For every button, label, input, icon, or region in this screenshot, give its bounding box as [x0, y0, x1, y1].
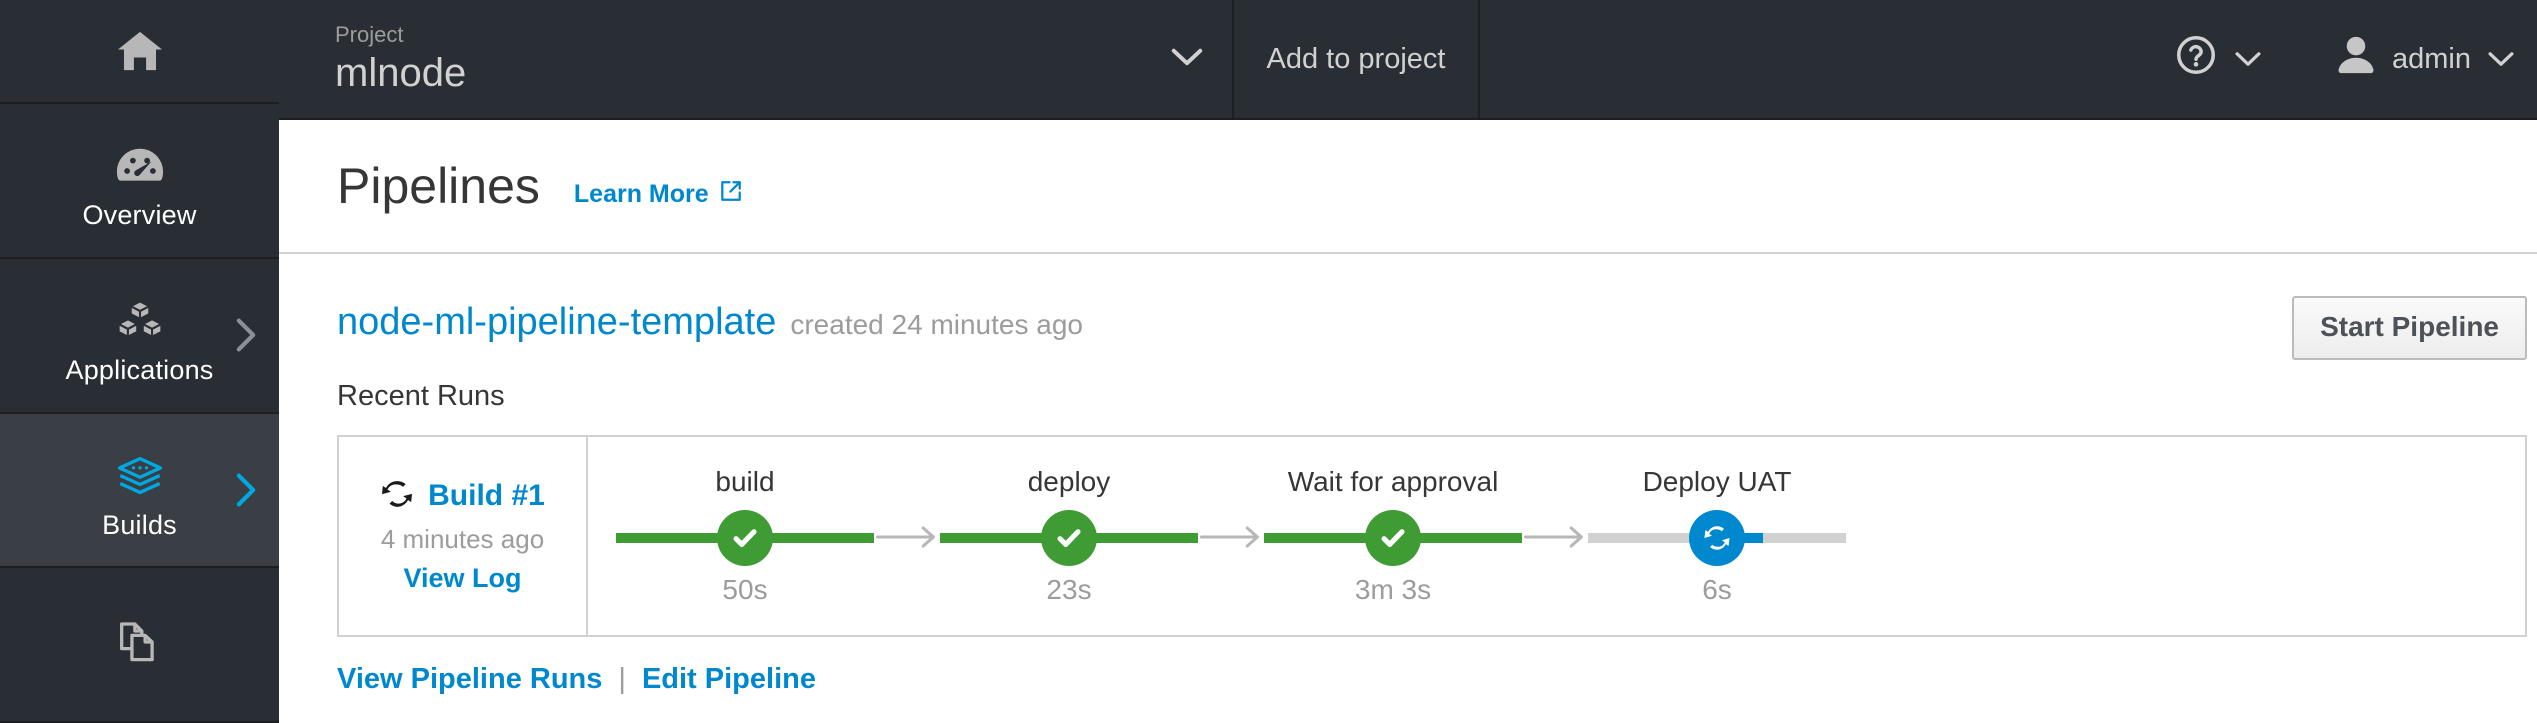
- pipeline-stage[interactable]: build 50s: [616, 468, 874, 604]
- sidebar-item-resources[interactable]: [0, 568, 279, 723]
- learn-more-link[interactable]: Learn More: [574, 179, 743, 210]
- pipeline-created-label: created 24 minutes ago: [790, 309, 1083, 340]
- pipeline-stage[interactable]: Deploy UAT 6s: [1588, 468, 1846, 604]
- stage-name: deploy: [1027, 466, 1111, 497]
- arrow-right-icon: [874, 524, 940, 550]
- pipeline-stage[interactable]: Wait for approval 3m 3s: [1264, 468, 1522, 604]
- sidebar-item-builds[interactable]: Builds: [0, 413, 279, 569]
- check-circle-icon: [1041, 510, 1097, 566]
- stage-duration: 6s: [1702, 574, 1732, 605]
- project-kicker-label: Project: [335, 22, 404, 48]
- project-selector-text: Project mlnode: [335, 21, 466, 97]
- stage-name: Wait for approval: [1287, 466, 1499, 497]
- pipeline-stages: build 50s deploy 23s Wait for approval 3…: [588, 437, 2525, 635]
- links-separator: |: [618, 663, 626, 695]
- project-selector[interactable]: Project mlnode: [279, 0, 1234, 118]
- page-title: Pipelines: [337, 158, 540, 214]
- stage-progress: [940, 510, 1198, 566]
- run-title-row[interactable]: Build #1: [380, 479, 545, 514]
- top-navigation-bar: Project mlnode Add to project admin: [279, 0, 2537, 120]
- page-header: Pipelines Learn More: [279, 120, 2537, 254]
- stage-name: build: [715, 466, 775, 497]
- external-link-icon: [719, 179, 743, 210]
- pipeline-header-row: node-ml-pipeline-template created 24 min…: [279, 296, 2537, 366]
- question-circle-icon: [2174, 33, 2218, 85]
- sync-rotate-icon: [380, 479, 414, 514]
- recent-runs-heading: Recent Runs: [337, 380, 505, 412]
- start-pipeline-button[interactable]: Start Pipeline: [2292, 296, 2527, 360]
- pipeline-identity: node-ml-pipeline-template created 24 min…: [337, 301, 1083, 344]
- arrow-right-icon: [1522, 524, 1588, 550]
- user-name-label: admin: [2392, 42, 2471, 75]
- check-circle-icon: [717, 510, 773, 566]
- help-menu-button[interactable]: [2156, 0, 2280, 118]
- stage-duration: 3m 3s: [1354, 574, 1432, 605]
- stage-progress: [1588, 510, 1846, 566]
- sidebar-item-overview[interactable]: Overview: [0, 104, 279, 260]
- arrow-right-icon: [1198, 524, 1264, 550]
- sidebar-home-button[interactable]: [0, 0, 279, 105]
- dashboard-gauge-icon: [115, 132, 165, 186]
- sync-circle-icon: [1689, 510, 1745, 566]
- stage-duration: 23s: [1046, 574, 1092, 605]
- chevron-down-icon: [2234, 43, 2262, 76]
- learn-more-label: Learn More: [573, 179, 709, 208]
- stage-duration: 50s: [722, 574, 768, 605]
- add-to-project-button[interactable]: Add to project: [1234, 0, 1480, 118]
- sidebar-item-label: Overview: [82, 200, 197, 231]
- pipeline-name-link[interactable]: node-ml-pipeline-template: [337, 301, 776, 344]
- pipeline-card-links: View Pipeline Runs | Edit Pipeline: [279, 637, 2537, 696]
- run-metadata: Build #1 4 minutes ago View Log: [339, 437, 588, 635]
- user-menu-button[interactable]: admin: [2318, 0, 2533, 118]
- page-body: node-ml-pipeline-template created 24 min…: [279, 254, 2537, 723]
- layers-stack-icon: [114, 442, 166, 496]
- check-circle-icon: [1365, 510, 1421, 566]
- view-log-link[interactable]: View Log: [403, 563, 521, 594]
- documents-copy-icon: [116, 610, 164, 664]
- stage-name: Deploy UAT: [1642, 466, 1792, 497]
- pipeline-stage[interactable]: deploy 23s: [940, 468, 1198, 604]
- stage-progress: [1264, 510, 1522, 566]
- pipeline-run-card: Build #1 4 minutes ago View Log build 50…: [337, 435, 2527, 637]
- sidebar-item-applications[interactable]: Applications: [0, 259, 279, 414]
- chevron-right-icon: [235, 472, 257, 508]
- cubes-icon: [114, 287, 166, 341]
- edit-pipeline-link[interactable]: Edit Pipeline: [642, 663, 816, 696]
- run-timestamp: 4 minutes ago: [380, 523, 545, 554]
- home-icon: [117, 30, 163, 72]
- console-root: Overview Applications Builds Project mln…: [0, 0, 2537, 723]
- project-name-label: mlnode: [335, 50, 467, 95]
- topbar-actions: admin: [2156, 0, 2537, 118]
- sidebar-item-label: Applications: [65, 354, 214, 385]
- user-avatar-icon: [2336, 34, 2376, 84]
- run-title-link[interactable]: Build #1: [428, 479, 545, 513]
- chevron-right-icon: [235, 317, 257, 353]
- sidebar-item-label: Builds: [102, 509, 177, 540]
- view-pipeline-runs-link[interactable]: View Pipeline Runs: [337, 663, 602, 696]
- main-region: Project mlnode Add to project admin Pipe…: [279, 0, 2537, 723]
- primary-sidebar: Overview Applications Builds: [0, 0, 279, 723]
- chevron-down-icon: [2487, 43, 2515, 76]
- stage-progress: [616, 510, 874, 566]
- chevron-down-icon: [1170, 46, 1204, 73]
